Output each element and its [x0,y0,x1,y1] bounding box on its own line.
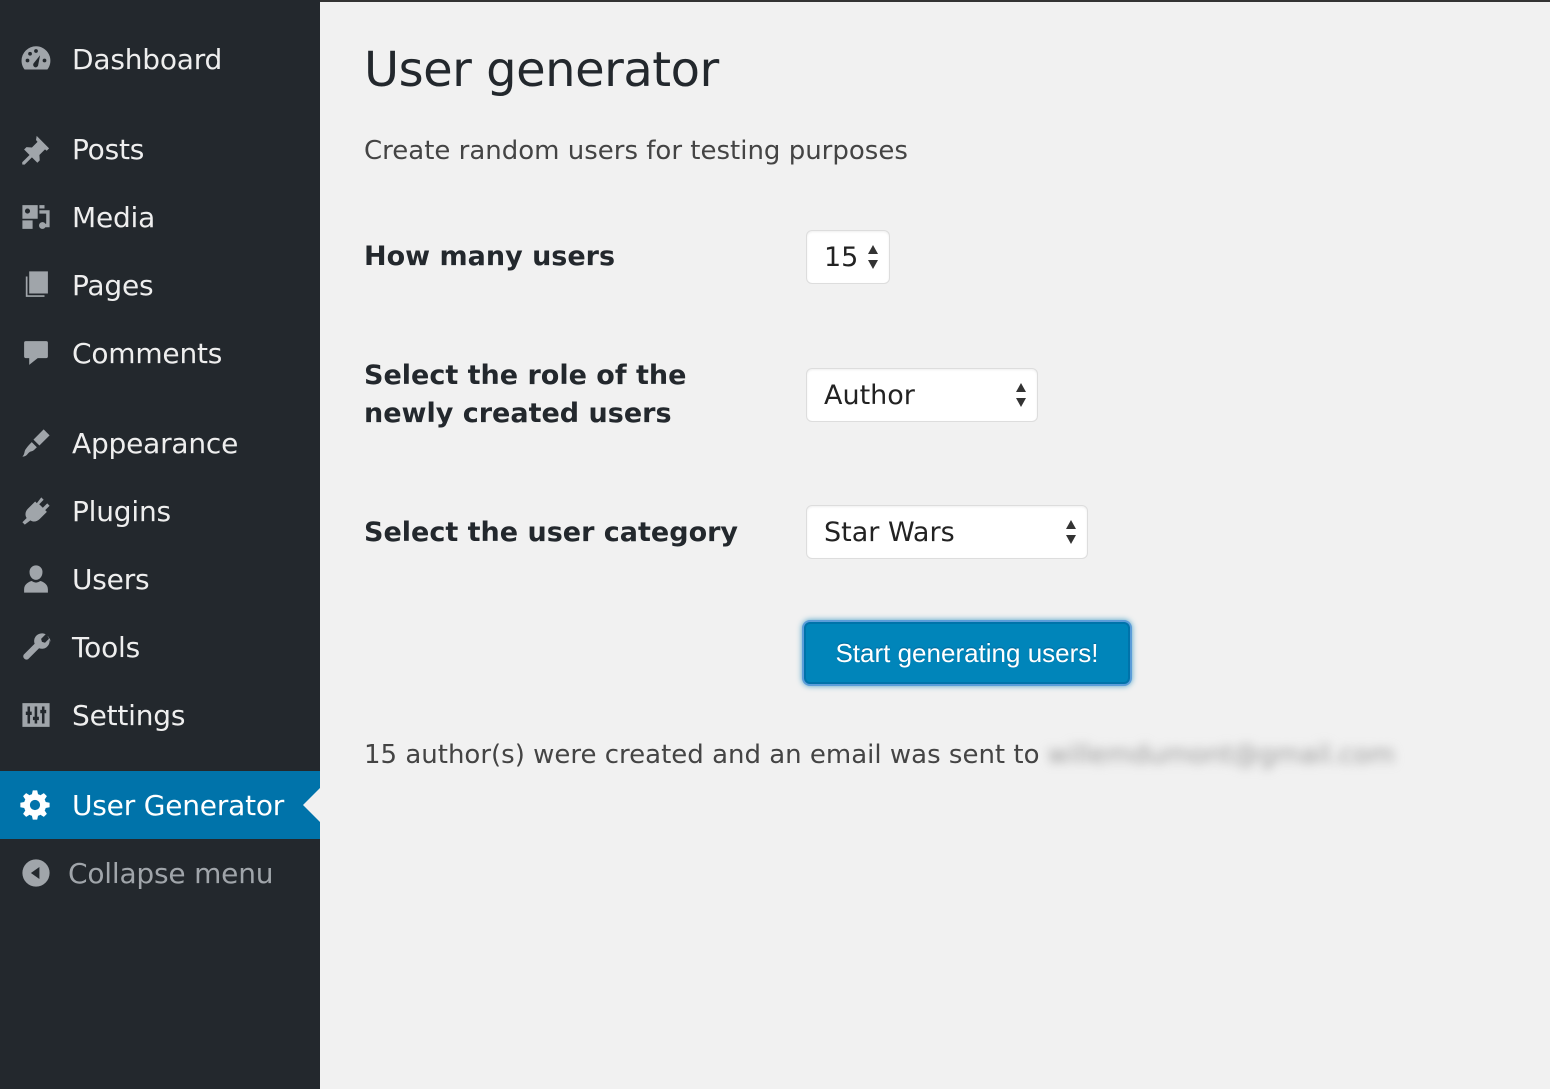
category-select[interactable]: Star Wars [806,505,1088,559]
sidebar-item-media[interactable]: Media [0,183,320,251]
sidebar-item-label: Comments [72,336,223,370]
spinner-arrows-icon[interactable] [867,244,879,270]
sidebar-item-plugins[interactable]: Plugins [0,477,320,545]
collapse-menu-button[interactable]: Collapse menu [0,839,320,907]
sidebar-item-label: User Generator [72,788,285,822]
sidebar-item-label: Settings [72,698,186,732]
sidebar-item-user-generator[interactable]: User Generator [0,771,320,839]
sidebar-item-label: Posts [72,132,145,166]
admin-sidebar: Dashboard Posts Media Pages Comments App… [0,0,320,1089]
start-generating-button[interactable]: Start generating users! [804,622,1130,684]
role-select[interactable]: Author [806,368,1038,422]
category-label: Select the user category [364,517,739,548]
pages-icon [18,267,54,303]
role-label: Select the role of the newly created use… [364,360,687,429]
user-icon [18,561,54,597]
main-content: User generator Create random users for t… [320,0,1550,1089]
sidebar-item-label: Plugins [72,494,171,528]
user-count-stepper[interactable]: 15 [806,230,890,284]
sidebar-item-label: Tools [72,630,140,664]
role-selected-value: Author [824,379,915,411]
result-email: willemdumont@gmail.com [1047,740,1395,770]
collapse-arrow-icon [18,855,54,891]
media-icon [18,199,54,235]
user-count-label: How many users [364,241,616,272]
sidebar-item-posts[interactable]: Posts [0,115,320,183]
result-message-text: 15 author(s) were created and an email w… [364,740,1040,770]
select-arrows-icon [1065,519,1077,545]
pin-icon [18,131,54,167]
page-title: User generator [364,42,719,98]
user-count-value: 15 [824,241,859,273]
gear-icon [18,787,54,823]
sidebar-item-label: Users [72,562,150,596]
sidebar-item-label: Media [72,200,156,234]
page-description: Create random users for testing purposes [364,136,908,166]
sidebar-item-pages[interactable]: Pages [0,251,320,319]
brush-icon [18,425,54,461]
category-selected-value: Star Wars [824,516,955,548]
plugin-icon [18,493,54,529]
sidebar-item-dashboard[interactable]: Dashboard [0,25,320,93]
sidebar-item-label: Appearance [72,426,239,460]
sliders-icon [18,697,54,733]
sidebar-item-users[interactable]: Users [0,545,320,613]
sidebar-item-settings[interactable]: Settings [0,681,320,749]
result-message: 15 author(s) were created and an email w… [364,740,1395,770]
sidebar-item-appearance[interactable]: Appearance [0,409,320,477]
sidebar-item-tools[interactable]: Tools [0,613,320,681]
select-arrows-icon [1015,382,1027,408]
dashboard-icon [18,41,54,77]
wrench-icon [18,629,54,665]
sidebar-item-label: Dashboard [72,42,223,76]
sidebar-item-label: Pages [72,268,154,302]
comment-icon [18,335,54,371]
sidebar-item-comments[interactable]: Comments [0,319,320,387]
collapse-menu-label: Collapse menu [68,856,274,890]
